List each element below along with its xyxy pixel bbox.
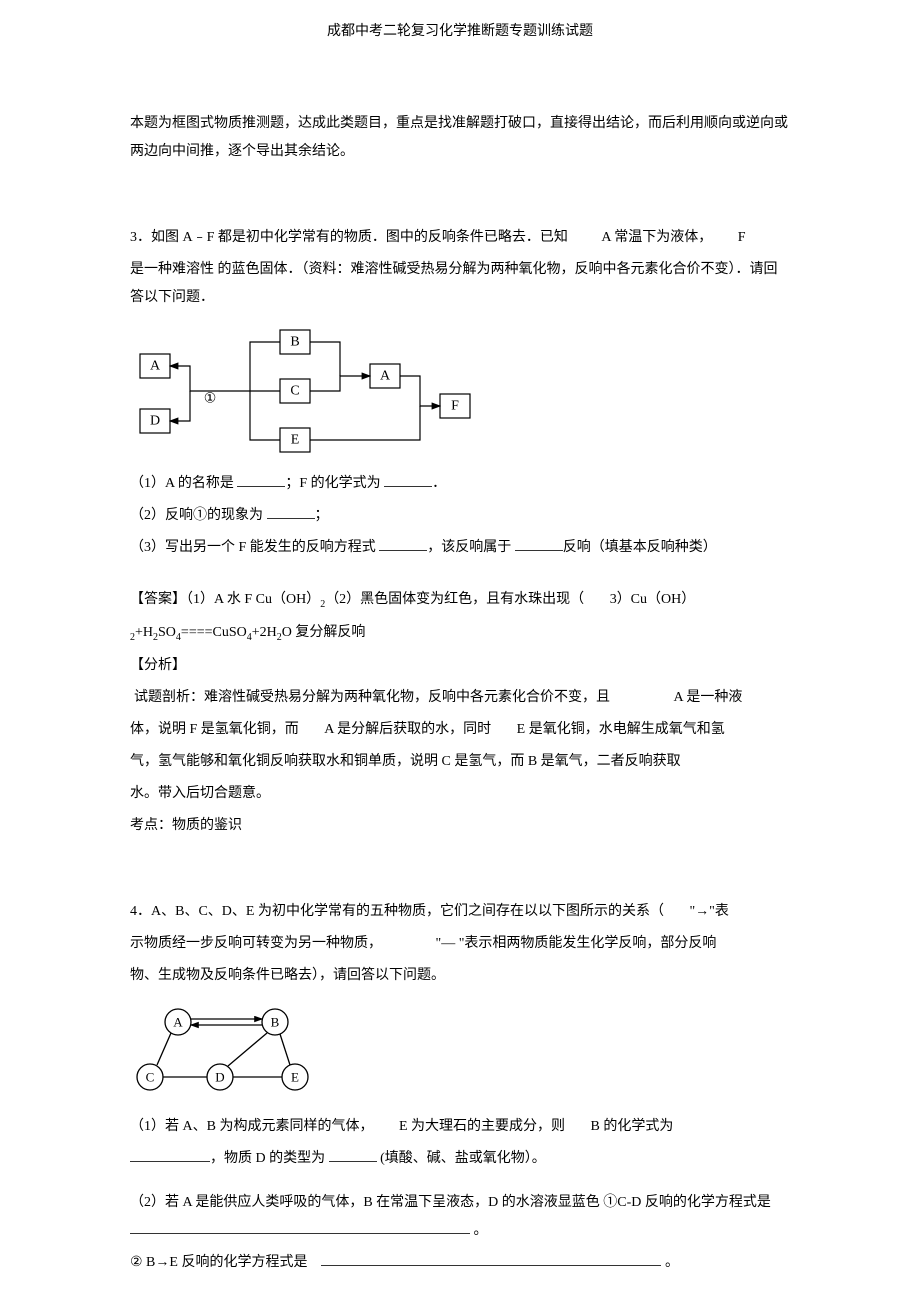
q4-stem-line2: 示物质经一步反响可转变为另一种物质， "— "表示相两物质能发生化学反响，部分反… [130,930,790,958]
q3-sub3-b: ，该反响属于 [427,540,515,555]
q3-sub1-c: ． [432,476,446,491]
q3-sub2: （2）反响①的现象为 ； [130,502,790,530]
q4-sub2: （2）若 A 是能供应人类呼吸的气体，B 在常温下呈液态，D 的水溶液显蓝色 ①… [130,1189,790,1245]
q3-number: 3． [130,230,151,245]
q4-sub3: ② B→E 反响的化学方程式是 。 [130,1249,790,1277]
q3-ans-g: +2H [252,625,277,640]
q4-stem-e: 物、生成物及反响条件已略去），请回答以下问题。 [130,968,445,983]
q3-diag-circ1: ① [204,392,217,407]
intro-paragraph: 本题为框图式物质推测题，达成此类题目，重点是找准解题打破口，直接得出结论，而后利… [130,110,790,166]
page-title: 成都中考二轮复习化学推断题专题训练试题 [327,24,593,39]
blank [321,1250,661,1265]
q3-sub3: （3）写出另一个 F 能发生的反响方程式 ，该反响属于 反响（填基本反响种类） [130,534,790,562]
blank [237,472,285,487]
q4-sub1-c: B 的化学式为 [591,1119,674,1134]
q3-analysis-2a: 体，说明 F 是氢氧化铜，而 [130,722,299,737]
blank [515,536,563,551]
q3-diag-E: E [291,433,300,448]
blank [329,1146,377,1161]
q4-sub1-d: ，物质 D 的类型为 [210,1151,329,1166]
q3-ans-d: +H [135,625,153,640]
q3-sub2-b: ； [315,508,329,523]
q3-diag-F: F [451,399,459,414]
q4-stem-d: "— "表示相两物质能发生化学反响，部分反响 [436,936,717,951]
page-header: 成都中考二轮复习化学推断题专题训练试题 [0,0,920,110]
q3-diag-B: B [290,335,299,350]
q3-stem-b: A 常温下为液体， [601,230,712,245]
q3-analysis-3: 气，氢气能够和氧化铜反响获取水和铜单质，说明 C 是氢气，而 B 是氧气，二者反… [130,748,790,776]
q3-stem-a: 如图 A﹣F 都是初中化学常有的物质．图中的反响条件已略去．已知 [151,230,568,245]
q3-analysis-4: 水。带入后切合题意。 [130,780,790,808]
q4-stem-c: 示物质经一步反响可转变为另一种物质， [130,936,382,951]
q3-answer-line2: 2+H2SO4====CuSO4+2H2O 复分解反响 [130,619,790,648]
blank [130,1218,470,1233]
q3-sub1-a: （1）A 的名称是 [130,476,237,491]
q4-stem-line1: 4．A、B、C、D、E 为初中化学常有的五种物质，它们之间存在以以下图所示的关系… [130,898,790,926]
q3-analysis-5t: 考点：物质的鉴识 [130,818,242,833]
q3-analysis-3t: 气，氢气能够和氧化铜反响获取水和铜单质，说明 C 是氢气，而 B 是氧气，二者反… [130,754,681,769]
q3-sub3-a: （3）写出另一个 F 能发生的反响方程式 [130,540,379,555]
q3-sub3-c: 反响（填基本反响种类） [563,540,717,555]
q3-ans-e: SO [158,625,176,640]
q3-sub1-b: ；F 的化学式为 [285,476,384,491]
q4-sub1-a: （1）若 A、B 为构成元素同样的气体， [130,1119,373,1134]
blank [379,536,427,551]
q3-analysis-label: 【分析】 [130,652,790,680]
q3-ans-h: O 复分解反响 [282,625,366,640]
q3-analysis-1a: 试题剖析：难溶性碱受热易分解为两种氧化物，反响中各元素化合价不变，且 [134,690,610,705]
q3-analysis-1b: A 是一种液 [674,690,743,705]
q4-sub2-a: （2）若 A 是能供应人类呼吸的气体，B 在常温下呈液态，D 的水溶液显蓝色 ①… [130,1195,771,1210]
q3-stem-line1: 3．如图 A﹣F 都是初中化学常有的物质．图中的反响条件已略去．已知 A 常温下… [130,224,790,252]
q3-diag-C: C [290,384,299,399]
q3-analysis-2c: E 是氧化铜，水电解生成氧气和氢 [517,722,725,737]
blank [130,1146,210,1161]
q3-analysis-2b: A 是分解后获取的水，同时 [324,722,491,737]
q4-stem-line3: 物、生成物及反响条件已略去），请回答以下问题。 [130,962,790,990]
q3-answer-line1: 【答案】（1）A 水 F Cu（OH）2（2）黑色固体变为红色，且有水珠出现（ … [130,586,790,615]
q3-ans-f: ====CuSO [181,625,247,640]
q3-stem-d: 是一种难溶性 的蓝色固体．（资料：难溶性碱受热易分解为两种氧化物，反响中各元素化… [130,262,778,305]
q3-sub2-a: （2）反响①的现象为 [130,508,267,523]
q4-sub1-e: (填酸、碱、盐或氧化物）。 [380,1151,546,1166]
q4-stem-b: "→"表 [689,904,728,919]
q4-diag-D: D [215,1069,224,1084]
q4-sub1-line2: ，物质 D 的类型为 (填酸、碱、盐或氧化物）。 [130,1145,790,1173]
document-body: 本题为框图式物质推测题，达成此类题目，重点是找准解题打破口，直接得出结论，而后利… [0,110,920,1277]
intro-text: 本题为框图式物质推测题，达成此类题目，重点是找准解题打破口，直接得出结论，而后利… [130,116,788,159]
q3-analysis-4t: 水。带入后切合题意。 [130,786,270,801]
q4-diag-B: B [271,1014,280,1029]
q4-diag-E: E [291,1069,299,1084]
q4-sub1-b: E 为大理石的主要成分，则 [399,1119,565,1134]
q3-analysis-2: 体，说明 F 是氢氧化铜，而 A 是分解后获取的水，同时 E 是氧化铜，水电解生… [130,716,790,744]
q3-diagram: .box { fill: #fff; stroke: #000; stroke-… [130,324,790,454]
q4-number: 4． [130,904,151,919]
q4-diagram: .nd { fill: #fff; stroke: #000; stroke-w… [130,1002,790,1097]
q3-stem-line2: 是一种难溶性 的蓝色固体．（资料：难溶性碱受热易分解为两种氧化物，反响中各元素化… [130,256,790,312]
q3-sub1: （1）A 的名称是 ；F 的化学式为 ． [130,470,790,498]
q3-ans-c: 3）Cu（OH） [610,592,696,607]
q4-sub1-line1: （1）若 A、B 为构成元素同样的气体， E 为大理石的主要成分，则 B 的化学… [130,1113,790,1141]
q4-sub3-a: ② B→E 反响的化学方程式是 [130,1255,307,1270]
q4-diag-A: A [173,1014,183,1029]
q3-stem-c: F [738,230,746,245]
answer-label: 【答案】 [130,592,186,607]
q3-analysis-5: 考点：物质的鉴识 [130,812,790,840]
q4-sub2-b: 。 [474,1223,488,1238]
q4-stem-a: A、B、C、D、E 为初中化学常有的五种物质，它们之间存在以以下图所示的关系（ [151,904,664,919]
q3-diag-A: A [150,359,161,374]
blank [384,472,432,487]
q3-ans-b: （2）黑色固体变为红色，且有水珠出现（ [325,592,584,607]
q4-diag-C: C [146,1069,155,1084]
q3-analysis-1: 试题剖析：难溶性碱受热易分解为两种氧化物，反响中各元素化合价不变，且 A 是一种… [130,684,790,712]
analysis-label: 【分析】 [130,658,186,673]
q3-ans-a: （1）A 水 F Cu（OH） [186,592,320,607]
blank [267,504,315,519]
q3-diag-D: D [150,414,160,429]
q4-sub3-b: 。 [665,1255,679,1270]
q3-diag-A2: A [380,369,391,384]
